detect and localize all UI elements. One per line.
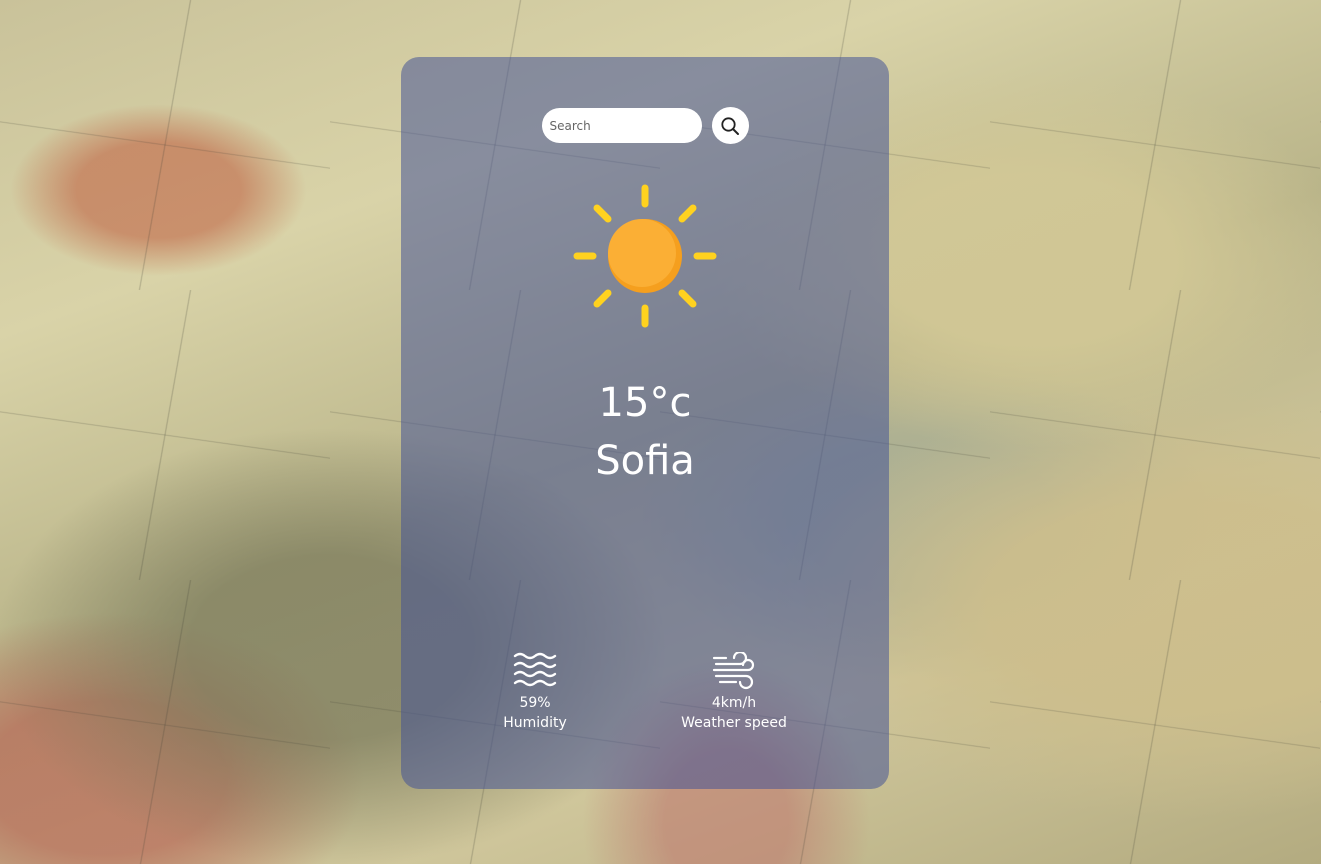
search-icon xyxy=(721,116,739,135)
wind-stat: 4km/h Weather speed xyxy=(654,652,814,733)
wind-label: Weather speed xyxy=(681,715,787,731)
city-name: Sofia xyxy=(595,438,695,484)
weather-card: 15°c Sofia 59% Humidity 4km/h Weather sp… xyxy=(401,57,889,789)
search-bar xyxy=(401,107,889,144)
search-button[interactable] xyxy=(711,107,749,144)
wind-value: 4km/h xyxy=(711,695,757,711)
waves-icon xyxy=(513,652,557,687)
wind-icon xyxy=(712,652,755,690)
humidity-value: 59% xyxy=(519,695,551,711)
sun-icon xyxy=(573,184,717,328)
temperature: 15°c xyxy=(598,380,692,426)
humidity-label: Humidity xyxy=(503,715,567,731)
search-input[interactable] xyxy=(541,108,702,143)
humidity-stat: 59% Humidity xyxy=(455,652,615,733)
